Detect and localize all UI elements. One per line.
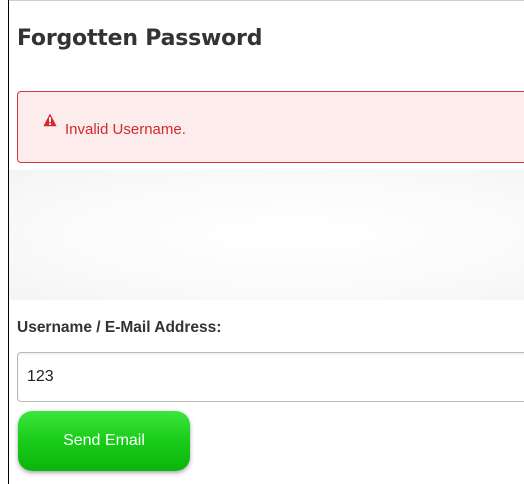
- username-field-label: Username / E-Mail Address:: [17, 319, 222, 336]
- blank-panel: [9, 170, 524, 300]
- error-alert: Invalid Username.: [17, 91, 524, 163]
- top-divider: [8, 0, 524, 1]
- page-title: Forgotten Password: [17, 26, 263, 51]
- alert-message: Invalid Username.: [65, 121, 186, 138]
- page: Forgotten Password Invalid Username. Use…: [0, 0, 524, 484]
- warning-triangle-icon: [43, 113, 57, 127]
- username-email-input[interactable]: [17, 352, 524, 402]
- send-email-button[interactable]: Send Email: [18, 411, 190, 471]
